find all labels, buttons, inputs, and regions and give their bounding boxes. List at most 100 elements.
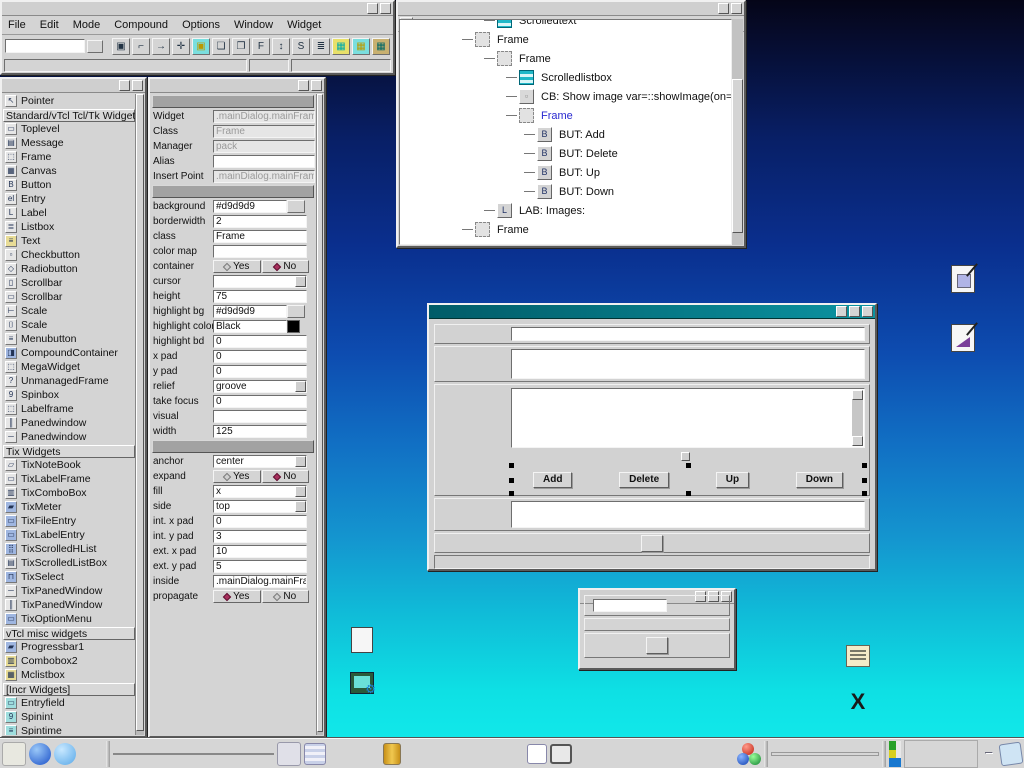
tree-node[interactable]: Frame — [400, 49, 731, 68]
menu-item[interactable]: Compound — [114, 19, 168, 31]
widget-palette-item[interactable]: 9 Spinint — [3, 710, 135, 724]
geometry-entry[interactable]: 3 — [213, 530, 307, 543]
close-button[interactable] — [311, 80, 322, 91]
color-swatch[interactable] — [287, 320, 300, 333]
attribute-combobox[interactable] — [213, 275, 307, 288]
section-header-geometry[interactable] — [152, 440, 314, 453]
applet-handle[interactable] — [764, 741, 768, 767]
widget-palette-item[interactable]: ▭ Toplevel — [3, 122, 135, 136]
attribute-entry[interactable]: 0 — [213, 350, 307, 363]
widget-palette-item[interactable]: ▥ TixComboBox — [3, 486, 135, 500]
volume-tray-icon[interactable] — [954, 744, 974, 764]
geometry-combobox[interactable]: center — [213, 455, 307, 468]
widget-palette-item[interactable]: ≡ Text — [3, 234, 135, 248]
konqueror-button[interactable] — [29, 743, 51, 765]
tree-node[interactable]: LAB: Images: — [400, 201, 731, 220]
widget-combobox[interactable] — [5, 39, 85, 53]
image-action-button[interactable]: Down — [796, 472, 843, 488]
mozilla-button[interactable] — [79, 742, 103, 766]
klipper-tray-icon[interactable] — [908, 744, 928, 764]
widget-toolbar-scrollbar[interactable] — [135, 94, 144, 735]
toolbar-icon-button[interactable]: ▦ — [332, 38, 350, 55]
maximize-button[interactable] — [718, 3, 729, 14]
widget-palette-item[interactable]: [Incr Widgets] — [3, 682, 135, 696]
k-menu-button[interactable] — [2, 742, 26, 766]
widget-palette-item[interactable]: ▰ TixMeter — [3, 500, 135, 514]
visual-tcl-task-button[interactable] — [527, 744, 547, 764]
applet-handle[interactable] — [882, 741, 886, 767]
toolbar-icon-button[interactable]: ↕ — [272, 38, 290, 55]
scroll-down-icon[interactable] — [852, 436, 863, 446]
widget-palette-item[interactable]: L Label — [3, 206, 135, 220]
toolbar-icon-button[interactable]: ▣ — [192, 38, 210, 55]
desktop-icon-knode[interactable] — [830, 645, 886, 669]
tree-node[interactable]: Scrolledtext — [400, 19, 731, 30]
close-button[interactable] — [132, 80, 143, 91]
editor-button[interactable] — [329, 742, 353, 766]
attribute-entry[interactable]: Black — [213, 320, 287, 333]
toolbar-icon-button[interactable]: ❐ — [232, 38, 250, 55]
close-button[interactable] — [731, 3, 742, 14]
scrollbar-thumb[interactable] — [136, 94, 144, 731]
widget-tree-scrollbar[interactable] — [732, 19, 743, 245]
widget-palette-item[interactable]: ≡ Spintime — [3, 724, 135, 735]
widget-palette-item[interactable]: Tix Widgets — [3, 444, 135, 458]
widget-palette-item[interactable]: ▭ TixLabelFrame — [3, 472, 135, 486]
widget-palette-item[interactable]: ⣿ TixScrolledHList — [3, 542, 135, 556]
attribute-entry[interactable]: 0 — [213, 395, 307, 408]
widget-palette-item[interactable]: ▭ Scrollbar — [3, 290, 135, 304]
color-picker-button[interactable] — [287, 305, 305, 318]
widget-palette-item[interactable]: ▭ TixOptionMenu — [3, 612, 135, 626]
images-listbox[interactable] — [511, 388, 865, 448]
widget-palette-item[interactable]: ▭ TixFileEntry — [3, 514, 135, 528]
widget-palette-item[interactable]: B Button — [3, 178, 135, 192]
menu-item[interactable]: Edit — [40, 19, 59, 31]
widget-palette-item[interactable]: vTcl misc widgets — [3, 626, 135, 640]
radio-yes[interactable]: Yes — [213, 260, 261, 273]
toolbar-icon-button[interactable]: ▦ — [352, 38, 370, 55]
attribute-editor-titlebar[interactable] — [150, 79, 324, 93]
radio-yes[interactable]: Yes — [213, 590, 261, 603]
widget-palette-item[interactable]: ⬚ Labelframe — [3, 402, 135, 416]
widget-palette-item[interactable]: ⬚ MegaWidget — [3, 360, 135, 374]
attribute-entry[interactable]: .mainDialog.mainFrame — [213, 170, 315, 183]
toolbar-icon-button[interactable]: S — [292, 38, 310, 55]
menu-item[interactable]: Window — [234, 19, 273, 31]
widget-palette-item[interactable]: ▭ Entryfield — [3, 696, 135, 710]
geometry-entry[interactable]: 10 — [213, 545, 307, 558]
widget-palette-item[interactable]: ▦ Canvas — [3, 164, 135, 178]
attribute-entry[interactable] — [213, 155, 315, 168]
widget-palette-item[interactable]: ≣ Listbox — [3, 220, 135, 234]
attribute-entry[interactable]: 0 — [213, 365, 307, 378]
widget-palette-item[interactable]: ▰ Progressbar1 — [3, 640, 135, 654]
attribute-entry[interactable]: 125 — [213, 425, 307, 438]
close-dialog-button[interactable] — [646, 637, 668, 654]
radio-yes[interactable]: Yes — [213, 470, 261, 483]
desktop-icon-xchat[interactable]: X — [830, 690, 886, 716]
menu-item[interactable]: Options — [182, 19, 220, 31]
radio-no[interactable]: No — [262, 590, 310, 603]
publish-button[interactable] — [641, 535, 663, 552]
widget-toolbar-titlebar[interactable] — [2, 79, 145, 93]
image-action-button[interactable]: Up — [716, 472, 749, 488]
widget-palette-item[interactable]: ║ TixPanedWindow — [3, 598, 135, 612]
attribute-entry[interactable] — [213, 245, 307, 258]
kicker-applet-icon[interactable] — [737, 742, 761, 766]
toolbar-icon-button[interactable]: ⌐ — [132, 38, 150, 55]
widget-palette-item[interactable]: ◇ Radiobutton — [3, 262, 135, 276]
attribute-entry[interactable]: .mainDialog.mainFrame — [213, 110, 315, 123]
toolbar-icon-button[interactable]: ▦ — [372, 38, 390, 55]
tree-node[interactable]: Frame — [400, 30, 731, 49]
kde-logo-button[interactable] — [277, 742, 301, 766]
widget-palette-item[interactable]: ◨ CompoundContainer — [3, 346, 135, 360]
section-header-widget[interactable] — [152, 95, 314, 108]
attribute-entry[interactable]: 0 — [213, 335, 307, 348]
attribute-entry[interactable]: 2 — [213, 215, 307, 228]
menu-item[interactable]: File — [8, 19, 26, 31]
publish-dialog-titlebar[interactable] — [429, 305, 875, 319]
toolbar-icon-button[interactable]: ✛ — [172, 38, 190, 55]
tree-node[interactable]: BUT: Up — [400, 163, 731, 182]
attribute-entry[interactable]: Frame — [213, 125, 315, 138]
title-input[interactable] — [511, 327, 865, 341]
widget-palette-item[interactable]: ⊓ TixSelect — [3, 570, 135, 584]
